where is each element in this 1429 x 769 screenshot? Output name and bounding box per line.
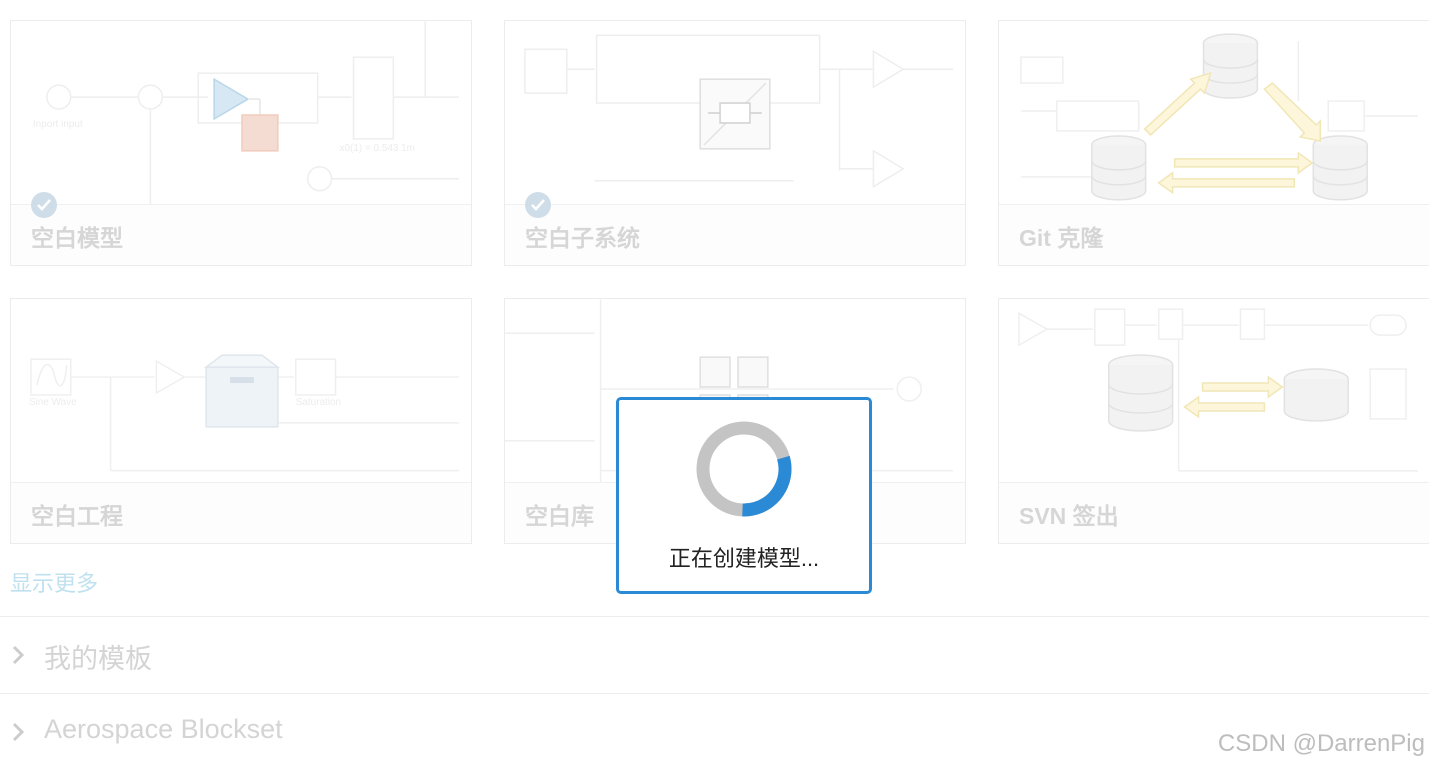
section-my-templates[interactable]: 我的模板 <box>0 616 1429 692</box>
blank-model-thumbnail: Inport input x0(1) = 0.543 1m <box>33 21 460 207</box>
template-card-label: 空白子系统 <box>525 225 640 251</box>
loading-dialog: 正在创建模型... <box>616 397 872 594</box>
database-icon <box>1091 33 1368 201</box>
template-card-svn-checkout[interactable]: SVN 签出 <box>998 298 1429 544</box>
template-card-label-bar: 空白子系统 <box>505 204 965 265</box>
svg-text:Inport input: Inport input <box>33 119 83 130</box>
template-card-blank-model[interactable]: Inport input x0(1) = 0.543 1m 空白模型 <box>10 20 472 266</box>
template-card-blank-subsystem[interactable]: 空白子系统 <box>504 20 966 266</box>
template-card-label: SVN 签出 <box>1019 503 1119 529</box>
selected-check-icon <box>31 192 57 218</box>
loading-spinner-icon <box>696 421 792 517</box>
section-title: Aerospace Blockset <box>44 714 283 744</box>
template-card-blank-project[interactable]: Sine Wave Saturation 空白工程 <box>10 298 472 544</box>
template-card-git-clone[interactable]: Git 克隆 <box>998 20 1429 266</box>
git-clone-thumbnail <box>1020 33 1419 201</box>
blank-subsystem-thumbnail <box>524 34 954 189</box>
template-card-label-bar: 空白模型 <box>11 204 471 265</box>
blank-project-thumbnail: Sine Wave Saturation <box>29 354 460 472</box>
selected-check-icon <box>525 192 551 218</box>
loading-message: 正在创建模型... <box>668 546 820 571</box>
template-card-label: 空白模型 <box>31 225 123 251</box>
template-card-label: 空白工程 <box>31 503 123 529</box>
section-aerospace-blockset[interactable]: Aerospace Blockset <box>0 693 1429 769</box>
template-card-label: 空白库 <box>525 503 594 529</box>
watermark: CSDN @DarrenPig <box>1217 730 1425 757</box>
show-more-link[interactable]: 显示更多 <box>10 566 98 598</box>
svg-text:x0(1) = 0.543 1m: x0(1) = 0.543 1m <box>340 143 415 154</box>
section-title: 我的模板 <box>44 644 152 674</box>
template-card-label-bar: 空白工程 <box>11 482 471 543</box>
svn-checkout-thumbnail <box>1018 308 1419 472</box>
chevron-right-icon <box>12 645 24 665</box>
box-icon <box>203 354 281 428</box>
svg-text:Saturation: Saturation <box>296 397 341 408</box>
template-card-label-bar: SVN 签出 <box>999 482 1429 543</box>
svg-text:Sine Wave: Sine Wave <box>29 397 77 408</box>
template-card-label: Git 克隆 <box>1019 225 1104 251</box>
database-icon <box>1108 354 1349 432</box>
template-card-label-bar: Git 克隆 <box>999 204 1429 265</box>
chevron-right-icon <box>12 722 24 742</box>
